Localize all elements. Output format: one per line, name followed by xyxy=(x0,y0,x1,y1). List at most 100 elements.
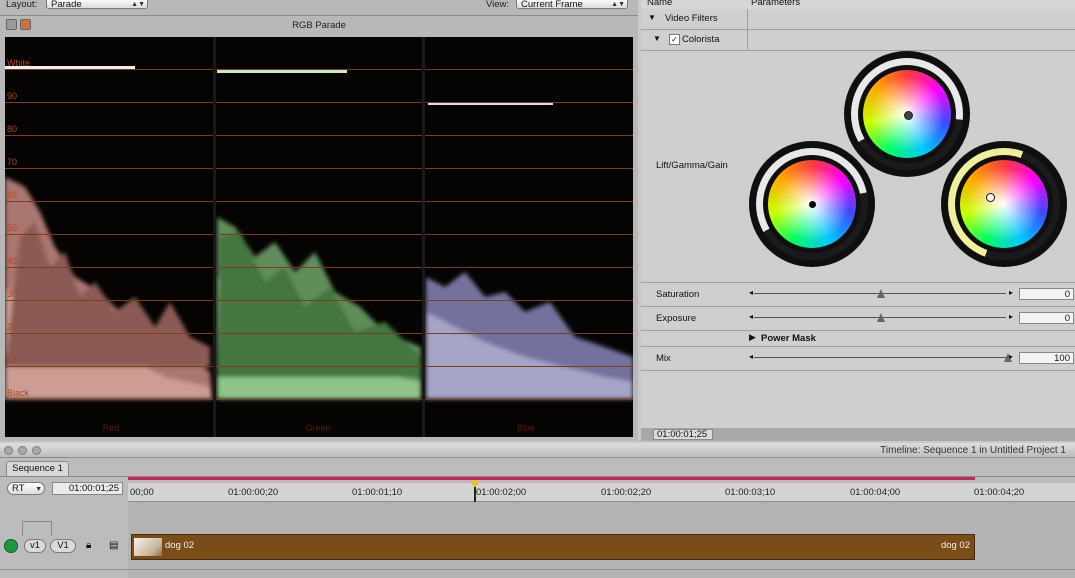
graticule-line xyxy=(5,300,633,301)
scale-label: 80 xyxy=(7,124,18,134)
timecode-field[interactable]: 01:00:01;25 xyxy=(653,429,713,440)
clip-thumbnail xyxy=(134,538,162,556)
clip-name-right: dog 02 xyxy=(940,540,970,551)
render-status-bar xyxy=(128,477,975,480)
filter-parameters-window: Name Parameters ▼ Video Filters ▼ ✓ Colo… xyxy=(641,0,1075,441)
graticule-line xyxy=(5,168,633,169)
increment-icon[interactable]: ▸ xyxy=(1009,288,1013,297)
destination-track-button[interactable]: V1 xyxy=(50,539,76,553)
popup-arrows-icon: ▲▼ xyxy=(131,1,145,8)
channel-divider xyxy=(422,37,425,437)
graticule-line xyxy=(5,366,633,367)
layout-popup-value: Parade xyxy=(51,0,82,10)
rt-popup[interactable]: RT ▼ xyxy=(7,482,45,495)
saturation-field[interactable]: 0 xyxy=(1019,288,1074,300)
power-mask-row[interactable]: ▶ Power Mask xyxy=(641,331,1075,347)
video-clip[interactable]: dog 02 dog 02 xyxy=(131,534,975,560)
timeline-window: Timeline: Sequence 1 in Untitled Project… xyxy=(0,443,1075,578)
exposure-label: Exposure xyxy=(656,313,697,324)
ruler-tick-label: 01:00:02;00 xyxy=(476,487,527,498)
decrement-icon[interactable]: ◂ xyxy=(749,288,753,297)
scale-label: 20 xyxy=(7,322,18,332)
mix-slider-track[interactable] xyxy=(754,357,1006,358)
source-track-button[interactable]: v1 xyxy=(24,539,46,553)
waveform-traces xyxy=(5,66,633,399)
gain-wheel[interactable] xyxy=(941,141,1067,267)
layout-popup[interactable]: Parade ▲▼ xyxy=(46,0,148,10)
scale-label: 10 xyxy=(7,355,18,365)
graticule-line xyxy=(5,267,633,268)
scale-label: 50 xyxy=(7,223,18,233)
enable-checkbox[interactable]: ✓ xyxy=(669,34,680,45)
video-filters-label: Video Filters xyxy=(665,13,718,24)
mix-field[interactable]: 100 xyxy=(1019,352,1074,364)
channel-divider xyxy=(213,37,216,437)
saturation-label: Saturation xyxy=(656,289,700,300)
exposure-slider-thumb[interactable] xyxy=(877,313,885,322)
gain-puck[interactable] xyxy=(986,193,995,202)
track-visibility-icon[interactable] xyxy=(4,539,18,553)
ruler-tick-label: 01:00:03;10 xyxy=(725,487,776,498)
popup-arrows-icon: ▲▼ xyxy=(611,1,625,8)
params-footer: 01:00:01;25 xyxy=(641,428,1075,441)
minimize-window-icon[interactable] xyxy=(18,446,27,455)
ruler-tick-label: 00;00 xyxy=(130,487,154,498)
graticule-line xyxy=(5,102,633,103)
layout-label: Layout: xyxy=(6,0,38,10)
graticule-line xyxy=(5,201,633,202)
exposure-field[interactable]: 0 xyxy=(1019,312,1074,324)
decrement-icon[interactable]: ◂ xyxy=(749,312,753,321)
gamma-puck[interactable] xyxy=(904,111,913,120)
graticule-line xyxy=(5,234,633,235)
power-mask-label: Power Mask xyxy=(761,333,816,344)
lock-icon[interactable]: 🔒︎ xyxy=(86,540,91,551)
saturation-row: Saturation ◂ ▸ 0 xyxy=(641,283,1075,307)
gamma-wheel[interactable] xyxy=(844,51,970,177)
auto-select-icon[interactable]: ▤ xyxy=(109,540,118,551)
increment-icon[interactable]: ▸ xyxy=(1009,352,1013,361)
close-window-icon[interactable] xyxy=(4,446,13,455)
ruler-tick-label: 01:00:02;20 xyxy=(601,487,652,498)
mix-label: Mix xyxy=(656,353,671,364)
graticule-line xyxy=(5,69,633,70)
time-ruler[interactable]: 00;00 01:00:00;20 01:00:01;10 01:00:02;0… xyxy=(128,477,1075,502)
channel-label-blue: Blue xyxy=(516,423,535,433)
name-column-header: Name xyxy=(647,0,673,8)
scale-label: 60 xyxy=(7,190,18,200)
ruler-tick-label: 01:00:01;10 xyxy=(352,487,403,498)
rgb-parade-display: White 90 80 70 60 50 40 30 20 10 Black R… xyxy=(5,37,633,437)
rt-label: RT xyxy=(12,483,25,494)
colorista-label: Colorista xyxy=(682,34,720,45)
lift-puck[interactable] xyxy=(809,201,816,208)
disclosure-open-icon[interactable]: ▼ xyxy=(648,13,656,22)
blue-white-trace xyxy=(428,103,553,105)
colorista-row[interactable]: ▼ ✓ Colorista xyxy=(641,30,1075,51)
ruler-tick-label: 01:00:00;20 xyxy=(228,487,279,498)
lgg-label: Lift/Gamma/Gain xyxy=(656,160,728,171)
scale-label: Black xyxy=(7,388,30,398)
zoom-window-icon[interactable] xyxy=(32,446,41,455)
channel-label-green: Green xyxy=(305,423,331,433)
saturation-slider-thumb[interactable] xyxy=(877,289,885,298)
video-scopes-window: Layout: Parade ▲▼ View: Current Frame ▲▼… xyxy=(0,0,638,441)
parameters-column-header: Parameters xyxy=(751,0,801,8)
increment-icon[interactable]: ▸ xyxy=(1009,312,1013,321)
disclosure-closed-icon[interactable]: ▶ xyxy=(749,332,756,343)
timeline-title: Timeline: Sequence 1 in Untitled Project… xyxy=(880,445,1066,456)
view-label: View: xyxy=(486,0,510,10)
view-popup[interactable]: Current Frame ▲▼ xyxy=(516,0,628,10)
current-timecode-field[interactable]: 01:00:01;25 xyxy=(52,482,123,495)
exposure-row: Exposure ◂ ▸ 0 xyxy=(641,307,1075,331)
divider xyxy=(0,15,638,16)
tab-sequence-1[interactable]: Sequence 1 xyxy=(6,461,69,476)
lift-wheel[interactable] xyxy=(749,141,875,267)
disclosure-open-icon[interactable]: ▼ xyxy=(653,34,661,43)
ruler-tick-label: 01:00:04;00 xyxy=(850,487,901,498)
mix-row: Mix ◂ ▸ 100 xyxy=(641,347,1075,371)
channel-label-red: Red xyxy=(102,423,120,433)
video-filters-row[interactable]: ▼ Video Filters xyxy=(641,9,1075,30)
decrement-icon[interactable]: ◂ xyxy=(749,352,753,361)
divider xyxy=(0,569,1075,570)
gain-color-wheel[interactable] xyxy=(960,160,1048,248)
scale-label: White xyxy=(7,58,31,68)
